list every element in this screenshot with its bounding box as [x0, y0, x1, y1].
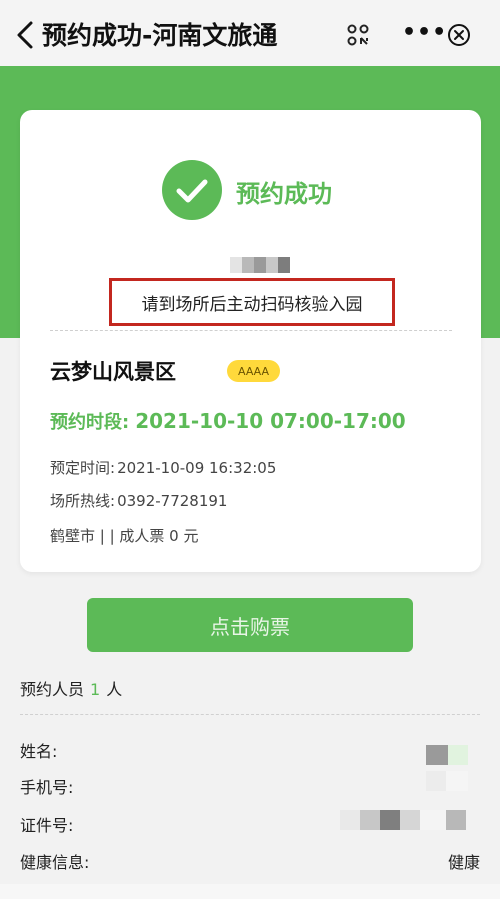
divider [50, 330, 452, 331]
people-label: 预约人员 [20, 680, 85, 699]
people-count: 1 [90, 680, 101, 699]
redacted-code [230, 257, 290, 273]
close-circle-icon[interactable] [447, 23, 471, 47]
health-label: 健康信息: [20, 853, 90, 872]
people-unit: 人 [106, 680, 123, 699]
venue-name: 云梦山风景区 [50, 360, 176, 384]
success-title: 预约成功 [236, 180, 332, 208]
page-title: 预约成功-河南文旅通 [42, 21, 278, 50]
id-label: 证件号: [20, 816, 74, 835]
scan-hint: 请到场所后主动扫码核验入园 [109, 278, 395, 326]
redacted-name [426, 745, 468, 765]
buy-ticket-button[interactable]: 点击购票 [87, 598, 413, 652]
name-label: 姓名: [20, 742, 58, 761]
phone-label: 手机号: [20, 778, 74, 797]
bottom-edge [0, 884, 500, 899]
check-circle-icon [162, 160, 222, 220]
nav-bar: 预约成功-河南文旅通 ••• [0, 0, 500, 66]
level-badge: AAAA [227, 360, 280, 382]
scan-icon[interactable] [346, 24, 370, 46]
people-summary: 预约人员 1 人 [20, 676, 122, 700]
booked-time: 预定时间: 2021-10-09 16:32:05 [50, 457, 276, 478]
reservation-card: 预约成功 请到场所后主动扫码核验入园 云梦山风景区 AAAA 预约时段: 2021… [20, 110, 481, 572]
booked-time-value: 2021-10-09 16:32:05 [117, 459, 277, 477]
redacted-id [340, 810, 466, 830]
time-slot-value: 2021-10-10 07:00-17:00 [135, 409, 406, 433]
back-chevron-icon[interactable] [14, 20, 36, 50]
hotline-label: 场所热线: [50, 492, 116, 510]
divider [20, 714, 480, 715]
ticket-info: 鹤壁市 | | 成人票 0 元 [50, 527, 199, 545]
booked-time-label: 预定时间: [50, 459, 116, 477]
health-value: 健康 [447, 853, 480, 872]
hotline: 场所热线: 0392-7728191 [50, 490, 227, 511]
hotline-value[interactable]: 0392-7728191 [117, 492, 227, 510]
time-slot: 预约时段: 2021-10-10 07:00-17:00 [50, 408, 406, 434]
redacted-phone [426, 771, 468, 791]
time-slot-label: 预约时段: [50, 412, 130, 433]
more-options-icon[interactable]: ••• [402, 22, 446, 46]
